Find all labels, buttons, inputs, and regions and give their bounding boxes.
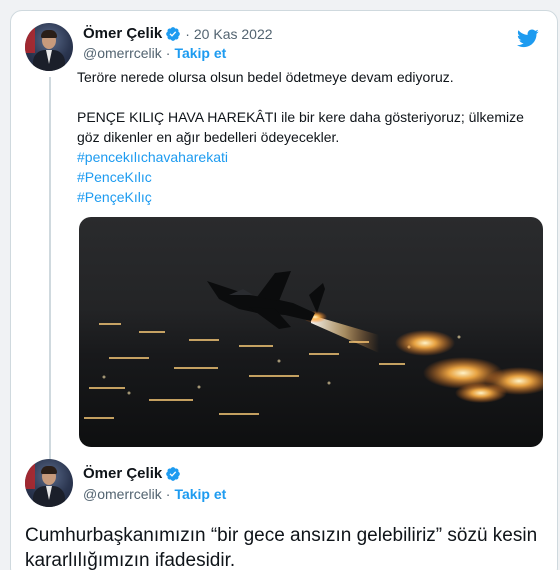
separator-dot: · bbox=[165, 45, 171, 61]
fighter-jet-night-takeoff-image bbox=[84, 271, 543, 419]
author-handle[interactable]: @omerrcelik bbox=[83, 45, 162, 61]
handle-row: @omerrcelik · Takip et bbox=[83, 486, 226, 502]
tweet-text-line: PENÇE KILIÇ HAVA HAREKÂTI ile bir kere d… bbox=[77, 109, 524, 145]
tweet-text: Teröre nerede olursa olsun bedel ödetmey… bbox=[77, 67, 547, 207]
thread-connector-line bbox=[49, 77, 51, 465]
hashtag-link[interactable]: #PençeKılıç bbox=[77, 187, 547, 207]
tweet-card: Ömer Çelik · 20 Kas 2022 @omerrcelik · T… bbox=[10, 10, 558, 570]
tweet-header: Ömer Çelik bbox=[83, 465, 181, 482]
avatar[interactable] bbox=[25, 23, 73, 71]
author-name[interactable]: Ömer Çelik bbox=[83, 465, 162, 482]
author-handle[interactable]: @omerrcelik bbox=[83, 486, 162, 502]
twitter-bird-icon[interactable] bbox=[517, 27, 539, 49]
hashtag-link[interactable]: #PenceKılıc bbox=[77, 167, 547, 187]
tweet-text-line: Teröre nerede olursa olsun bedel ödetmey… bbox=[77, 69, 454, 85]
follow-button[interactable]: Takip et bbox=[174, 486, 226, 502]
handle-row: @omerrcelik · Takip et bbox=[83, 45, 226, 61]
tweet-date[interactable]: 20 Kas 2022 bbox=[194, 26, 273, 42]
hashtag-link[interactable]: #pencekılıchavaharekati bbox=[77, 147, 547, 167]
verified-badge-icon bbox=[166, 26, 181, 41]
separator-dot: · bbox=[185, 25, 190, 42]
author-name[interactable]: Ömer Çelik bbox=[83, 25, 162, 42]
tweet-photo[interactable] bbox=[79, 217, 543, 447]
tweet-text: Cumhurbaşkanımızın “bir gece ansızın gel… bbox=[25, 525, 538, 570]
avatar[interactable] bbox=[25, 459, 73, 507]
tweet-header: Ömer Çelik · 20 Kas 2022 bbox=[83, 25, 273, 42]
verified-badge-icon bbox=[166, 466, 181, 481]
follow-button[interactable]: Takip et bbox=[174, 45, 226, 61]
separator-dot: · bbox=[165, 486, 171, 502]
